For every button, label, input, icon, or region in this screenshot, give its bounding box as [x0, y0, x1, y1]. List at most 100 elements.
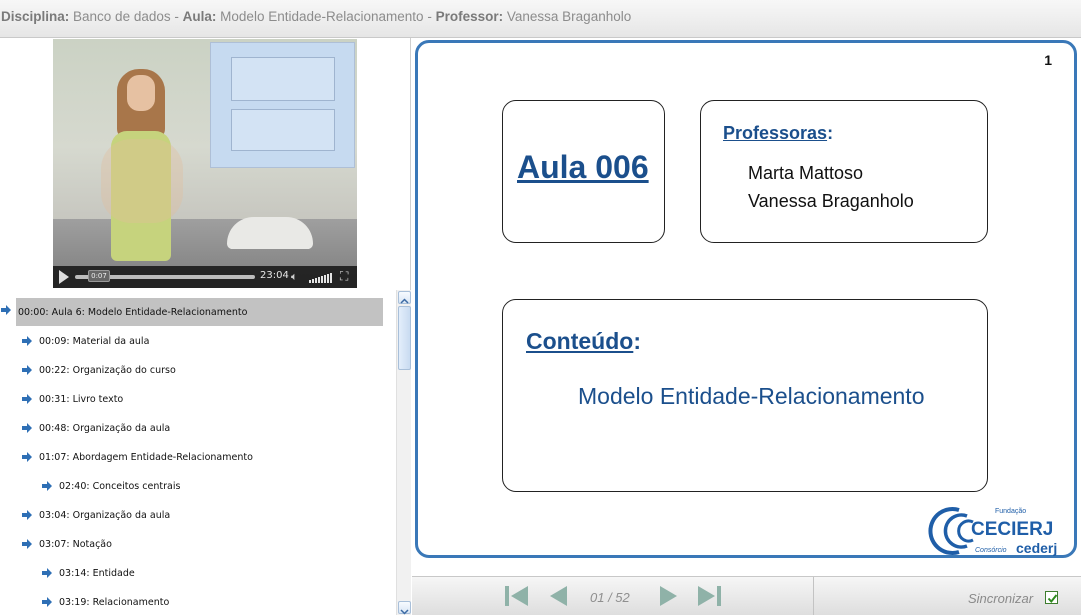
aula-value: Modelo Entidade-Relacionamento: [220, 9, 424, 24]
chapter-arrow-icon: [22, 365, 32, 375]
chapter-item[interactable]: 03:04: Organização da aula: [22, 501, 170, 529]
sync-label: Sincronizar: [968, 591, 1034, 606]
chapter-label: 00:48: Organização da aula: [39, 422, 171, 434]
disciplina-value: Banco de dados: [73, 9, 171, 24]
header-separator: -: [427, 9, 432, 24]
slide-number: 1: [1044, 52, 1052, 68]
professora-name: Vanessa Braganholo: [748, 191, 914, 211]
app-root: Disciplina: Banco de dados - Aula: Model…: [0, 0, 1081, 615]
video-seek-knob[interactable]: 0:07: [88, 270, 110, 282]
chapter-arrow-icon: [42, 568, 52, 578]
professoras-colon: :: [827, 123, 834, 143]
video-seek-bar[interactable]: 0:07: [75, 270, 255, 282]
video-presenter-arms: [101, 139, 183, 223]
chapter-item[interactable]: 03:19: Relacionamento: [42, 588, 169, 615]
chapter-scrollbar[interactable]: [396, 290, 411, 615]
chapter-list: 00:00: Aula 6: Modelo Entidade-Relaciona…: [0, 290, 396, 615]
projection-panel: [231, 57, 335, 101]
chapter-item[interactable]: 03:07: Notação: [22, 530, 112, 558]
chapter-label: 03:04: Organização da aula: [39, 509, 171, 521]
chapter-item[interactable]: 03:14: Entidade: [42, 559, 135, 587]
left-pane: 0:07 23:04 🔈︎ ⛶ 00:00: Aula 6: Modelo En…: [0, 38, 411, 615]
volume-bar: [312, 279, 314, 283]
skip-last-icon: [698, 586, 721, 606]
volume-icon[interactable]: 🔈︎: [291, 270, 298, 284]
chapter-item[interactable]: 00:48: Organização da aula: [22, 414, 170, 442]
professoras-heading: Professoras:: [723, 123, 833, 144]
chapter-label: 03:07: Notação: [39, 538, 112, 550]
page-indicator: 01 / 52: [590, 590, 630, 605]
svg-text:cederj: cederj: [1016, 540, 1057, 556]
volume-bar: [318, 277, 320, 283]
chapter-arrow-icon: [42, 481, 52, 491]
chapter-label: 03:19: Relacionamento: [59, 596, 170, 608]
aula-label: Aula:: [182, 9, 217, 24]
professoras-heading-text: Professoras: [723, 123, 828, 143]
arrow-left-icon: [550, 586, 567, 606]
projection-panel: [231, 109, 335, 151]
volume-level[interactable]: [309, 272, 335, 283]
conteudo-heading: Conteúdo:: [526, 328, 641, 355]
navbar-divider: [813, 577, 814, 615]
previous-slide-button[interactable]: [547, 585, 575, 607]
header-bar: Disciplina: Banco de dados - Aula: Model…: [0, 0, 1081, 38]
chapter-label: 00:00: Aula 6: Modelo Entidade-Relaciona…: [18, 306, 248, 318]
arrow-right-icon: [660, 586, 677, 606]
video-frame-table: [227, 217, 313, 249]
header-separator: -: [174, 9, 179, 24]
aula-title: Aula 006: [517, 149, 649, 185]
svg-text:CECIERJ: CECIERJ: [971, 519, 1053, 540]
fullscreen-icon[interactable]: ⛶: [340, 269, 348, 284]
professoras-box: Professoras: Marta Mattoso Vanessa Braga…: [700, 100, 988, 243]
scroll-down-button[interactable]: [398, 601, 411, 615]
volume-bar: [330, 273, 332, 283]
conteudo-text: Modelo Entidade-Relacionamento: [578, 383, 925, 409]
chapter-arrow-icon: [42, 597, 52, 607]
volume-bar: [324, 275, 326, 283]
volume-bar: [321, 276, 323, 283]
scroll-up-button[interactable]: [398, 291, 411, 304]
cecierj-logo: Fundação CECIERJ Consórcio cederj: [928, 507, 1057, 556]
conteudo-colon: :: [633, 328, 641, 354]
chapter-arrow-icon: [22, 539, 32, 549]
chapter-arrow-icon: [22, 510, 32, 520]
scroll-thumb[interactable]: [398, 306, 411, 370]
chapter-arrow-icon: [22, 423, 32, 433]
first-slide-button[interactable]: [503, 585, 531, 607]
chapter-arrow-icon: [1, 305, 11, 315]
disciplina-label: Disciplina:: [1, 9, 70, 24]
chapter-item[interactable]: 00:22: Organização do curso: [22, 356, 176, 384]
course-info: Disciplina: Banco de dados - Aula: Model…: [1, 9, 631, 24]
aula-box: Aula 006: [502, 100, 665, 243]
chapter-arrow-icon: [22, 452, 32, 462]
next-slide-button[interactable]: [657, 585, 685, 607]
professor-label: Professor:: [435, 9, 504, 24]
chapter-item[interactable]: 00:09: Material da aula: [22, 327, 149, 355]
video-player[interactable]: 0:07 23:04 🔈︎ ⛶: [53, 39, 357, 288]
sync-checkbox[interactable]: [1045, 591, 1058, 604]
chapter-label: 01:07: Abordagem Entidade-Relacionamento: [39, 451, 253, 463]
chapter-item[interactable]: 00:31: Livro texto: [22, 385, 123, 413]
chapter-item[interactable]: 01:07: Abordagem Entidade-Relacionamento: [22, 443, 253, 471]
svg-text:Consórcio: Consórcio: [975, 547, 1007, 554]
volume-bar: [327, 274, 329, 283]
chapter-arrow-icon: [22, 394, 32, 404]
svg-text:Fundação: Fundação: [995, 508, 1026, 515]
volume-bar: [315, 278, 317, 283]
chapter-label: 00:31: Livro texto: [39, 393, 124, 405]
chapter-item[interactable]: 02:40: Conceitos centrais: [42, 472, 180, 500]
chevron-down-icon: [400, 609, 409, 615]
professor-value: Vanessa Braganholo: [506, 9, 632, 24]
video-presenter-face: [127, 75, 155, 111]
chapter-label: 02:40: Conceitos centrais: [59, 480, 181, 492]
video-duration: 23:04: [260, 270, 289, 281]
chapter-label: 03:14: Entidade: [59, 567, 135, 579]
chapter-label: 00:09: Material da aula: [39, 335, 150, 347]
slide-panel: 1 Aula 006 Professoras: Marta Mattoso Va…: [415, 40, 1077, 558]
play-icon[interactable]: [59, 270, 69, 284]
chapter-arrow-icon: [22, 336, 32, 346]
check-icon: [1047, 594, 1058, 604]
last-slide-button[interactable]: [696, 585, 724, 607]
conteudo-box: Conteúdo: Modelo Entidade-Relacionamento: [502, 299, 988, 492]
chapter-item[interactable]: 00:00: Aula 6: Modelo Entidade-Relaciona…: [1, 298, 383, 326]
